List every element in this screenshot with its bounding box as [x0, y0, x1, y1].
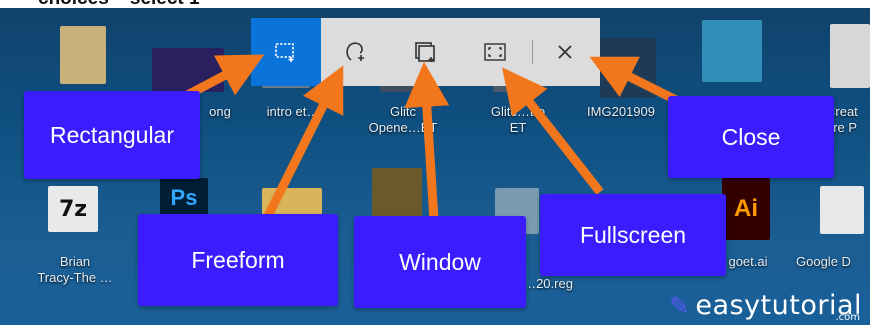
watermark-tld: .com	[835, 312, 860, 323]
header-strip: choices – select 1	[0, 0, 870, 8]
callout-rectangular: Rectangular	[24, 91, 200, 179]
callout-fullscreen: Fullscreen	[540, 194, 726, 276]
arrow-window	[404, 61, 450, 221]
callout-freeform: Freeform	[138, 214, 338, 306]
header-text: choices – select 1	[38, 0, 200, 8]
desktop-background: 7z Ps Ai ong intro et… Glitc Opene…ET Gl…	[0, 8, 870, 325]
logo-mark-icon: ✎	[669, 292, 690, 320]
easytutorial-watermark: ✎ easytutorial .com	[669, 290, 862, 323]
callout-close: Close	[668, 96, 834, 178]
arrow-fullscreen	[501, 67, 604, 195]
arrow-freeform	[263, 65, 344, 219]
callout-window: Window	[354, 216, 526, 308]
